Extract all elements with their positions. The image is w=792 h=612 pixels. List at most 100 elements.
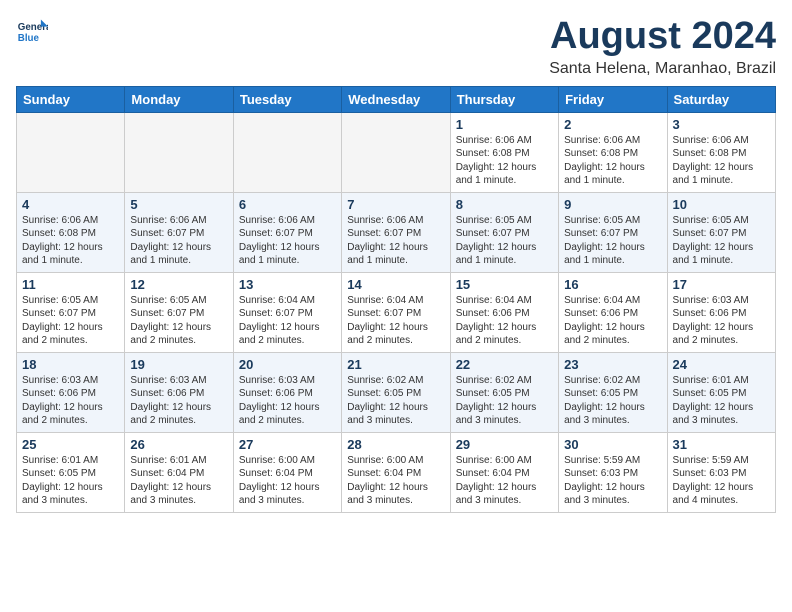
- calendar-cell: 22 Sunrise: 6:02 AMSunset: 6:05 PMDayligh…: [450, 352, 558, 432]
- calendar-cell: 10Sunrise: 6:05 AMSunset: 6:07 PMDayligh…: [667, 192, 775, 272]
- calendar-cell: [342, 112, 450, 192]
- day-info: Sunrise: 6:05 AMSunset: 6:07 PMDaylight:…: [22, 294, 119, 348]
- title-area: August 2024 Santa Helena, Maranhao, Braz…: [549, 16, 776, 78]
- day-info: Sunrise: 6:06 AMSunset: 6:07 PMDaylight:…: [347, 214, 444, 268]
- calendar-title: August 2024: [549, 16, 776, 58]
- weekday-header-sunday: Sunday: [17, 86, 125, 112]
- calendar-cell: 7 Sunrise: 6:06 AMSunset: 6:07 PMDaylight…: [342, 192, 450, 272]
- day-number: 4: [22, 197, 119, 212]
- day-number: 22: [456, 357, 553, 372]
- day-number: 10: [673, 197, 770, 212]
- day-number: 3: [673, 117, 770, 132]
- calendar-cell: 27 Sunrise: 6:00 AMSunset: 6:04 PMDayligh…: [233, 432, 341, 512]
- day-number: 16: [564, 277, 661, 292]
- calendar-cell: 16 Sunrise: 6:04 AMSunset: 6:06 PMDayligh…: [559, 272, 667, 352]
- day-number: 20: [239, 357, 336, 372]
- calendar-cell: [17, 112, 125, 192]
- day-number: 11: [22, 277, 119, 292]
- calendar-table: SundayMondayTuesdayWednesdayThursdayFrid…: [16, 86, 776, 513]
- calendar-cell: 6 Sunrise: 6:06 AMSunset: 6:07 PMDaylight…: [233, 192, 341, 272]
- day-info: Sunrise: 6:05 AMSunset: 6:07 PMDaylight:…: [130, 294, 227, 348]
- day-info: Sunrise: 6:04 AMSunset: 6:06 PMDaylight:…: [564, 294, 661, 348]
- calendar-cell: 30Sunrise: 5:59 AMSunset: 6:03 PMDayligh…: [559, 432, 667, 512]
- day-number: 23: [564, 357, 661, 372]
- day-number: 17: [673, 277, 770, 292]
- calendar-cell: 12Sunrise: 6:05 AMSunset: 6:07 PMDayligh…: [125, 272, 233, 352]
- day-info: Sunrise: 6:02 AMSunset: 6:05 PMDaylight:…: [456, 374, 553, 428]
- day-info: Sunrise: 6:06 AMSunset: 6:08 PMDaylight:…: [456, 134, 553, 188]
- day-info: Sunrise: 6:06 AMSunset: 6:07 PMDaylight:…: [239, 214, 336, 268]
- day-info: Sunrise: 6:05 AMSunset: 6:07 PMDaylight:…: [456, 214, 553, 268]
- calendar-subtitle: Santa Helena, Maranhao, Brazil: [549, 60, 776, 78]
- weekday-header-saturday: Saturday: [667, 86, 775, 112]
- day-number: 19: [130, 357, 227, 372]
- day-info: Sunrise: 6:00 AMSunset: 6:04 PMDaylight:…: [239, 454, 336, 508]
- page-header: General Blue August 2024 Santa Helena, M…: [16, 16, 776, 78]
- calendar-cell: 20 Sunrise: 6:03 AMSunset: 6:06 PMDayligh…: [233, 352, 341, 432]
- day-number: 13: [239, 277, 336, 292]
- calendar-cell: 29 Sunrise: 6:00 AMSunset: 6:04 PMDayligh…: [450, 432, 558, 512]
- calendar-cell: 2 Sunrise: 6:06 AMSunset: 6:08 PMDaylight…: [559, 112, 667, 192]
- weekday-header-tuesday: Tuesday: [233, 86, 341, 112]
- day-number: 7: [347, 197, 444, 212]
- day-info: Sunrise: 6:03 AMSunset: 6:06 PMDaylight:…: [130, 374, 227, 428]
- day-number: 6: [239, 197, 336, 212]
- day-info: Sunrise: 6:06 AMSunset: 6:08 PMDaylight:…: [22, 214, 119, 268]
- day-info: Sunrise: 6:06 AMSunset: 6:08 PMDaylight:…: [673, 134, 770, 188]
- day-number: 29: [456, 437, 553, 452]
- calendar-cell: [125, 112, 233, 192]
- calendar-week-row: 18 Sunrise: 6:03 AMSunset: 6:06 PMDayligh…: [17, 352, 776, 432]
- day-info: Sunrise: 6:00 AMSunset: 6:04 PMDaylight:…: [456, 454, 553, 508]
- weekday-header-friday: Friday: [559, 86, 667, 112]
- calendar-week-row: 25 Sunrise: 6:01 AMSunset: 6:05 PMDayligh…: [17, 432, 776, 512]
- calendar-cell: 4 Sunrise: 6:06 AMSunset: 6:08 PMDaylight…: [17, 192, 125, 272]
- calendar-cell: 9Sunrise: 6:05 AMSunset: 6:07 PMDaylight…: [559, 192, 667, 272]
- calendar-cell: 18 Sunrise: 6:03 AMSunset: 6:06 PMDayligh…: [17, 352, 125, 432]
- day-number: 27: [239, 437, 336, 452]
- calendar-week-row: 4 Sunrise: 6:06 AMSunset: 6:08 PMDaylight…: [17, 192, 776, 272]
- calendar-cell: 21Sunrise: 6:02 AMSunset: 6:05 PMDayligh…: [342, 352, 450, 432]
- calendar-cell: 31Sunrise: 5:59 AMSunset: 6:03 PMDayligh…: [667, 432, 775, 512]
- calendar-cell: 17 Sunrise: 6:03 AMSunset: 6:06 PMDayligh…: [667, 272, 775, 352]
- day-number: 31: [673, 437, 770, 452]
- calendar-cell: 14Sunrise: 6:04 AMSunset: 6:07 PMDayligh…: [342, 272, 450, 352]
- calendar-week-row: 1Sunrise: 6:06 AMSunset: 6:08 PMDaylight…: [17, 112, 776, 192]
- calendar-cell: 3 Sunrise: 6:06 AMSunset: 6:08 PMDaylight…: [667, 112, 775, 192]
- day-info: Sunrise: 6:00 AMSunset: 6:04 PMDaylight:…: [347, 454, 444, 508]
- calendar-cell: 8 Sunrise: 6:05 AMSunset: 6:07 PMDaylight…: [450, 192, 558, 272]
- day-info: Sunrise: 6:03 AMSunset: 6:06 PMDaylight:…: [22, 374, 119, 428]
- day-info: Sunrise: 6:02 AMSunset: 6:05 PMDaylight:…: [347, 374, 444, 428]
- day-number: 14: [347, 277, 444, 292]
- day-number: 26: [130, 437, 227, 452]
- day-info: Sunrise: 5:59 AMSunset: 6:03 PMDaylight:…: [564, 454, 661, 508]
- weekday-header-wednesday: Wednesday: [342, 86, 450, 112]
- day-number: 2: [564, 117, 661, 132]
- day-info: Sunrise: 6:04 AMSunset: 6:07 PMDaylight:…: [239, 294, 336, 348]
- day-info: Sunrise: 6:01 AMSunset: 6:05 PMDaylight:…: [673, 374, 770, 428]
- calendar-cell: 28 Sunrise: 6:00 AMSunset: 6:04 PMDayligh…: [342, 432, 450, 512]
- day-number: 24: [673, 357, 770, 372]
- day-info: Sunrise: 6:01 AMSunset: 6:05 PMDaylight:…: [22, 454, 119, 508]
- day-number: 8: [456, 197, 553, 212]
- day-number: 18: [22, 357, 119, 372]
- calendar-cell: 26 Sunrise: 6:01 AMSunset: 6:04 PMDayligh…: [125, 432, 233, 512]
- day-info: Sunrise: 6:06 AMSunset: 6:08 PMDaylight:…: [564, 134, 661, 188]
- calendar-cell: 5 Sunrise: 6:06 AMSunset: 6:07 PMDaylight…: [125, 192, 233, 272]
- weekday-header-row: SundayMondayTuesdayWednesdayThursdayFrid…: [17, 86, 776, 112]
- calendar-cell: 24 Sunrise: 6:01 AMSunset: 6:05 PMDayligh…: [667, 352, 775, 432]
- calendar-week-row: 11 Sunrise: 6:05 AMSunset: 6:07 PMDayligh…: [17, 272, 776, 352]
- calendar-cell: 1Sunrise: 6:06 AMSunset: 6:08 PMDaylight…: [450, 112, 558, 192]
- calendar-cell: 15Sunrise: 6:04 AMSunset: 6:06 PMDayligh…: [450, 272, 558, 352]
- calendar-cell: 11 Sunrise: 6:05 AMSunset: 6:07 PMDayligh…: [17, 272, 125, 352]
- day-info: Sunrise: 6:03 AMSunset: 6:06 PMDaylight:…: [239, 374, 336, 428]
- weekday-header-thursday: Thursday: [450, 86, 558, 112]
- day-number: 28: [347, 437, 444, 452]
- day-number: 5: [130, 197, 227, 212]
- calendar-cell: 19 Sunrise: 6:03 AMSunset: 6:06 PMDayligh…: [125, 352, 233, 432]
- day-number: 25: [22, 437, 119, 452]
- day-info: Sunrise: 6:03 AMSunset: 6:06 PMDaylight:…: [673, 294, 770, 348]
- day-info: Sunrise: 6:06 AMSunset: 6:07 PMDaylight:…: [130, 214, 227, 268]
- svg-text:Blue: Blue: [18, 33, 40, 44]
- day-info: Sunrise: 6:01 AMSunset: 6:04 PMDaylight:…: [130, 454, 227, 508]
- calendar-cell: 13 Sunrise: 6:04 AMSunset: 6:07 PMDayligh…: [233, 272, 341, 352]
